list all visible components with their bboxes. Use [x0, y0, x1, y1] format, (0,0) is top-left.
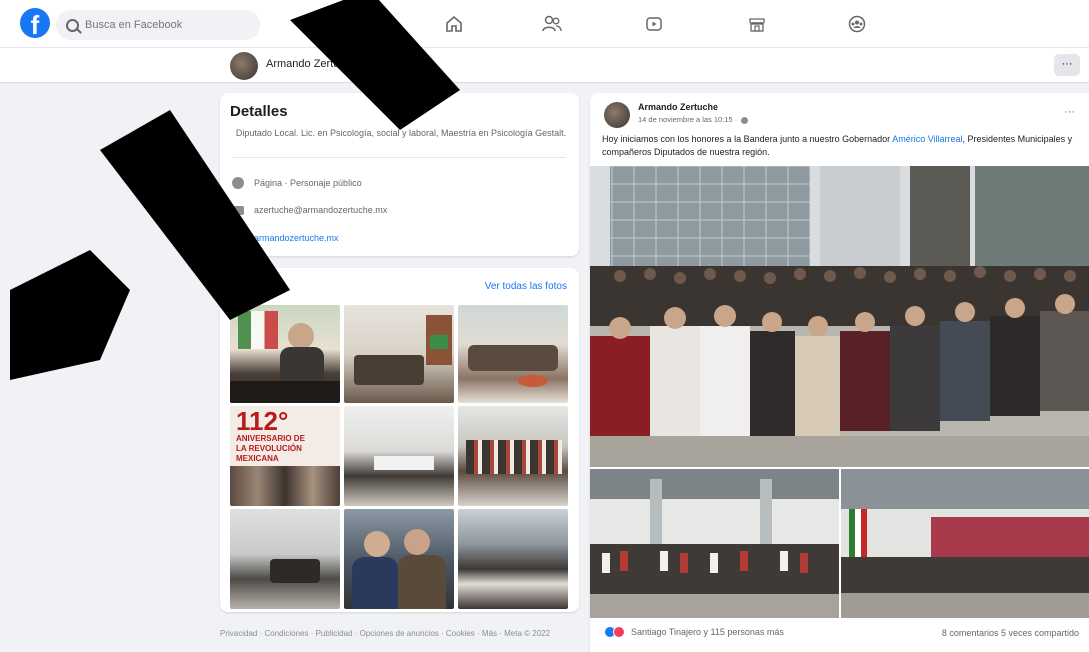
post-timestamp[interactable]: 14 de noviembre a las 10:15 ·	[638, 115, 749, 124]
home-icon[interactable]	[440, 10, 468, 38]
post-author-name[interactable]: Armando Zertuche	[638, 102, 718, 112]
anniversary-line-3: MEXICANA	[236, 454, 279, 463]
mention-link[interactable]: Américo Villarreal	[892, 134, 962, 144]
photo-thumbnail[interactable]	[458, 305, 568, 403]
details-row-email[interactable]: azertuche@armandozertuche.mx	[232, 205, 387, 215]
post-text: Hoy iniciamos con los honores a la Bande…	[602, 133, 1080, 159]
post-photo-3[interactable]	[841, 469, 1089, 618]
anniversary-number: 112°	[236, 406, 289, 436]
profile-avatar[interactable]	[230, 52, 258, 80]
see-all-photos-link[interactable]: Ver todas las fotos	[485, 281, 567, 292]
post-reactions[interactable]: Santiago Tinajero y 115 personas más	[604, 626, 784, 638]
photo-thumbnail[interactable]	[458, 406, 568, 506]
details-row-category: Página · Personaje público	[232, 177, 362, 189]
post-main-photo[interactable]	[590, 166, 1089, 467]
photo-thumbnail[interactable]	[344, 406, 454, 506]
profile-header-bar: Armando Zertuche ···	[0, 48, 1089, 83]
photo-thumbnail[interactable]	[230, 305, 340, 403]
top-navigation-bar: f	[0, 0, 1089, 48]
photo-thumbnail[interactable]	[344, 305, 454, 403]
groups-icon[interactable]	[843, 10, 871, 38]
details-row-website[interactable]: armandozertuche.mx	[232, 232, 339, 244]
anniversary-line-1: ANIVERSARIO DE	[236, 434, 305, 443]
main-nav	[400, 8, 900, 40]
post-stats[interactable]: 8 comentarios 5 veces compartido	[942, 628, 1079, 638]
photo-thumbnail[interactable]	[344, 509, 454, 609]
anniversary-line-2: LA REVOLUCIÓN	[236, 444, 302, 453]
profile-name[interactable]: Armando Zertuche	[266, 58, 357, 70]
photos-grid: 112° ANIVERSARIO DE LA REVOLUCIÓN MEXICA…	[230, 305, 568, 609]
post-options-button[interactable]: ···	[1064, 106, 1075, 118]
details-divider	[232, 157, 566, 158]
search-icon	[66, 18, 79, 32]
mail-icon	[232, 205, 244, 215]
public-globe-icon	[741, 116, 749, 124]
details-card: Detalles Diputado Local. Lic. en Psicolo…	[220, 93, 579, 256]
website-link[interactable]: armandozertuche.mx	[254, 233, 339, 243]
footer-links[interactable]: Privacidad · Condiciones · Publicidad · …	[220, 628, 579, 639]
friends-icon[interactable]	[538, 10, 566, 38]
details-title: Detalles	[230, 103, 288, 120]
details-email-text[interactable]: azertuche@armandozertuche.mx	[254, 205, 387, 215]
post-author-avatar[interactable]	[604, 102, 630, 128]
facebook-logo[interactable]: f	[20, 8, 50, 38]
photos-card: Fotos Ver todas las fotos 112° ANIVERSAR…	[220, 268, 579, 612]
details-category-text: Página · Personaje público	[254, 178, 362, 188]
search-box[interactable]	[56, 10, 260, 40]
more-options-button[interactable]: ···	[1054, 54, 1080, 76]
anniversary-poster-photo[interactable]: 112° ANIVERSARIO DE LA REVOLUCIÓN MEXICA…	[230, 406, 340, 506]
info-icon	[232, 177, 244, 189]
watch-icon[interactable]	[640, 10, 668, 38]
details-bio: Diputado Local. Lic. en Psicología, soci…	[235, 128, 567, 138]
post-date-text[interactable]: 14 de noviembre a las 10:15 ·	[638, 115, 737, 124]
love-reaction-icon	[613, 626, 625, 638]
photo-thumbnail[interactable]	[458, 509, 568, 609]
search-input[interactable]	[85, 19, 245, 31]
photo-thumbnail[interactable]	[230, 509, 340, 609]
reactions-text[interactable]: Santiago Tinajero y 115 personas más	[631, 627, 784, 637]
post-card: Armando Zertuche 14 de noviembre a las 1…	[590, 93, 1089, 652]
post-photo-2[interactable]	[590, 469, 839, 618]
photos-title: Fotos	[230, 280, 266, 295]
post-text-before: Hoy iniciamos con los honores a la Bande…	[602, 134, 893, 144]
marketplace-icon[interactable]	[743, 10, 771, 38]
globe-icon	[232, 232, 244, 244]
